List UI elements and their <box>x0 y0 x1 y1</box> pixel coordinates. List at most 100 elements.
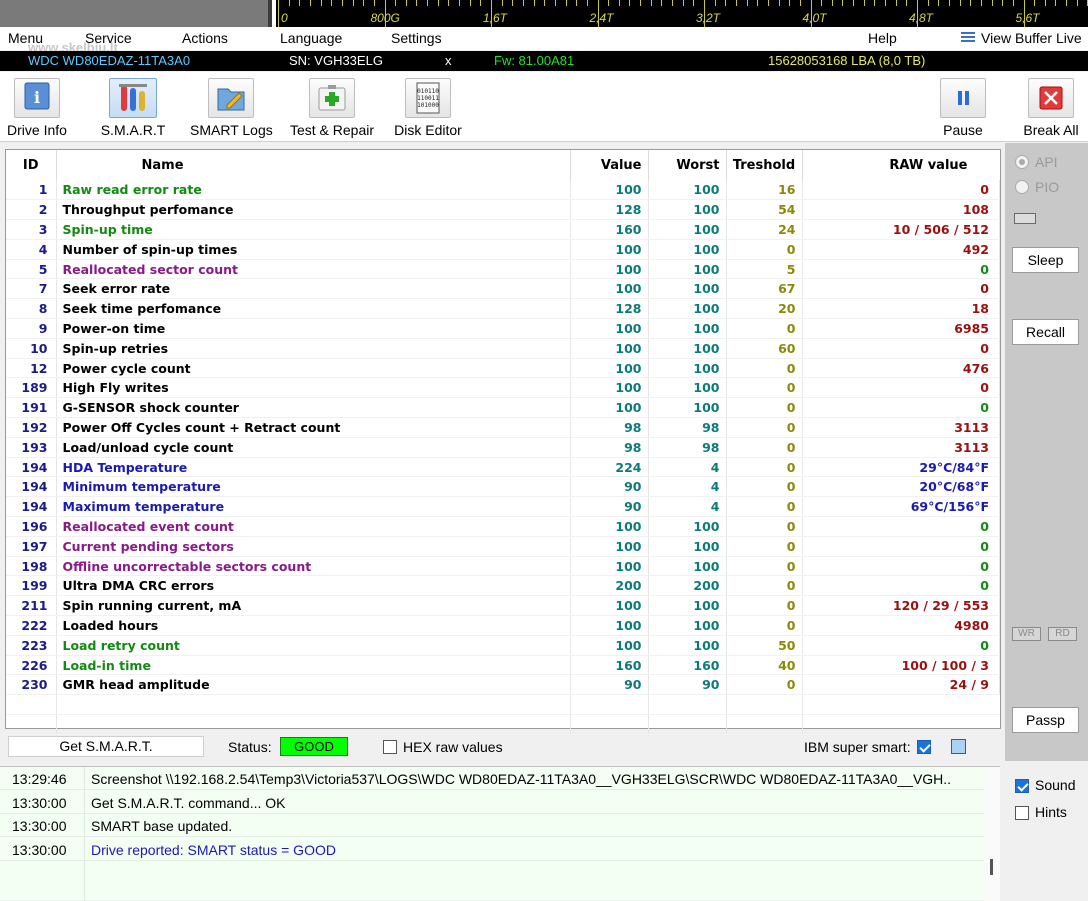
break-all-button[interactable]: Break All <box>1018 78 1084 140</box>
hints-label[interactable]: Hints <box>1035 804 1067 820</box>
cell-id: 198 <box>6 556 57 577</box>
cell-value: 98 <box>570 417 649 438</box>
api-radio[interactable] <box>1015 155 1029 169</box>
pause-button[interactable]: Pause <box>936 78 990 140</box>
smart-button[interactable]: S.M.A.R.T <box>98 78 168 140</box>
cell-threshold: 0 <box>726 674 803 696</box>
cell-value: 100 <box>570 595 649 617</box>
column-header-raw[interactable]: RAW value <box>802 150 1000 180</box>
menu-item-help[interactable]: Help <box>868 30 897 46</box>
table-row[interactable]: 223 Load retry count 100 100 50 0 <box>6 635 1000 656</box>
table-row[interactable]: 3 Spin-up time 160 100 24 10 / 506 / 512 <box>6 219 1000 240</box>
scale-minor-tick <box>1055 0 1057 6</box>
table-row[interactable]: 191 G-SENSOR shock counter 100 100 0 0 <box>6 397 1000 419</box>
table-row[interactable]: 197 Current pending sectors 100 100 0 0 <box>6 536 1000 557</box>
scale-minor-tick <box>405 0 407 6</box>
log-message: Drive reported: SMART status = GOOD <box>91 841 336 858</box>
recall-button[interactable]: Recall <box>1012 319 1079 345</box>
table-row[interactable]: 222 Loaded hours 100 100 0 4980 <box>6 615 1000 636</box>
scale-divider <box>268 0 272 27</box>
table-row[interactable]: 230 GMR head amplitude 90 90 0 24 / 9 <box>6 674 1000 696</box>
scale-minor-tick <box>938 0 940 6</box>
get-smart-button[interactable]: Get S.M.A.R.T. <box>8 736 204 757</box>
table-row[interactable]: 199 Ultra DMA CRC errors 200 200 0 0 <box>6 575 1000 597</box>
table-row[interactable]: 5 Reallocated sector count 100 100 5 0 <box>6 259 1000 280</box>
test-repair-button[interactable]: Test & Repair <box>287 78 377 140</box>
cell-worst: 100 <box>648 239 727 260</box>
log-scrollbar[interactable] <box>984 767 1000 901</box>
sleep-button[interactable]: Sleep <box>1012 247 1079 273</box>
table-row[interactable]: 198 Offline uncorrectable sectors count 10… <box>6 556 1000 577</box>
smart-logs-button[interactable]: SMART Logs <box>190 78 273 140</box>
table-row[interactable]: 1 Raw read error rate 100 100 16 0 <box>6 180 1000 201</box>
cell-value: 100 <box>570 615 649 636</box>
table-row[interactable]: 211 Spin running current, mA 100 100 0 120 / … <box>6 595 1000 617</box>
cell-raw: 24 / 9 <box>802 674 1000 696</box>
disk-editor-label: Disk Editor <box>394 122 462 138</box>
table-row[interactable]: 194 HDA Temperature 224 4 0 29°C/84°F <box>6 457 1000 478</box>
menu-item-menu[interactable]: Menu <box>8 30 43 46</box>
test-repair-label: Test & Repair <box>289 122 375 138</box>
scale-minor-tick <box>1012 0 1014 6</box>
close-drive-button[interactable]: x <box>445 53 452 68</box>
scale-minor-tick <box>522 0 524 6</box>
cell-id: 192 <box>6 417 57 438</box>
table-row[interactable]: 194 Maximum temperature 90 4 0 69°C/156°F <box>6 496 1000 518</box>
table-row[interactable]: 2 Throughput perfomance 128 100 54 108 <box>6 199 1000 221</box>
cell-value: 100 <box>570 259 649 280</box>
column-header-value[interactable]: Value <box>570 150 649 180</box>
passp-button[interactable]: Passp <box>1012 707 1079 733</box>
table-row[interactable]: 193 Load/unload cycle count 98 98 0 3113 <box>6 437 1000 458</box>
menu-item-actions[interactable]: Actions <box>182 30 228 46</box>
log-scroll-thumb[interactable] <box>990 859 993 875</box>
menu-item-settings[interactable]: Settings <box>391 30 442 46</box>
table-row[interactable]: 226 Load-in time 160 160 40 100 / 100 / 3 <box>6 655 1000 676</box>
hex-raw-label[interactable]: HEX raw values <box>403 739 503 755</box>
scale-minor-tick <box>853 0 855 6</box>
column-header-worst[interactable]: Worst <box>648 150 727 180</box>
cell-threshold: 54 <box>726 199 803 221</box>
ibm-super-smart-checkbox[interactable] <box>917 740 931 754</box>
drive-led-indicator <box>1014 213 1036 224</box>
svg-text:110011: 110011 <box>417 95 439 102</box>
column-header-id[interactable]: ID <box>6 150 57 180</box>
table-row[interactable]: 192 Power Off Cycles count + Retract coun… <box>6 417 1000 438</box>
scale-minor-tick <box>1044 0 1046 6</box>
pio-radio[interactable] <box>1015 180 1029 194</box>
hints-checkbox[interactable] <box>1015 806 1029 820</box>
table-row[interactable]: 4 Number of spin-up times 100 100 0 492 <box>6 239 1000 260</box>
scale-minor-tick <box>980 0 982 6</box>
cell-value: 200 <box>570 575 649 597</box>
table-row[interactable]: 196 Reallocated event count 100 100 0 0 <box>6 516 1000 537</box>
cell-name: Power Off Cycles count + Retract count <box>56 417 571 438</box>
color-indicator-square[interactable] <box>951 739 966 754</box>
menu-item-service[interactable]: Service <box>85 30 132 46</box>
table-row[interactable]: 189 High Fly writes 100 100 0 0 <box>6 377 1000 399</box>
table-row[interactable]: 10 Spin-up retries 100 100 60 0 <box>6 338 1000 359</box>
sound-checkbox[interactable] <box>1015 779 1029 793</box>
cell-raw: 3113 <box>802 417 1000 438</box>
drive-model[interactable]: WDC WD80EDAZ-11TA3A0 <box>28 53 190 68</box>
table-row[interactable]: 8 Seek time perfomance 128 100 20 18 <box>6 298 1000 320</box>
scale-minor-tick <box>554 0 556 6</box>
column-header-name[interactable]: Name <box>56 150 571 180</box>
table-row[interactable]: 9 Power-on time 100 100 0 6985 <box>6 318 1000 339</box>
hex-raw-checkbox[interactable] <box>383 740 397 754</box>
cell-threshold: 5 <box>726 259 803 280</box>
cell-name: Power cycle count <box>56 358 571 379</box>
disk-editor-button[interactable]: 010110 110011 101000 Disk Editor <box>392 78 464 140</box>
drive-firmware: Fw: 81.00A81 <box>494 53 575 68</box>
log-entry: 13:30:00 SMART base updated. <box>0 814 984 837</box>
table-row[interactable]: 194 Minimum temperature 90 4 0 20°C/68°F <box>6 476 1000 498</box>
table-row[interactable]: 12 Power cycle count 100 100 0 476 <box>6 358 1000 379</box>
menu-item-language[interactable]: Language <box>280 30 342 46</box>
column-header-threshold[interactable]: Treshold <box>726 150 803 180</box>
cell-name: Maximum temperature <box>56 496 571 518</box>
cell-threshold: 0 <box>726 397 803 419</box>
cell-raw: 4980 <box>802 615 1000 636</box>
sound-label[interactable]: Sound <box>1035 777 1075 793</box>
table-row[interactable]: 7 Seek error rate 100 100 67 0 <box>6 278 1000 300</box>
view-buffer-live-link[interactable]: View Buffer Live <box>981 30 1082 46</box>
drive-info-button[interactable]: i Drive Info <box>4 78 70 140</box>
pause-label: Pause <box>943 122 983 138</box>
